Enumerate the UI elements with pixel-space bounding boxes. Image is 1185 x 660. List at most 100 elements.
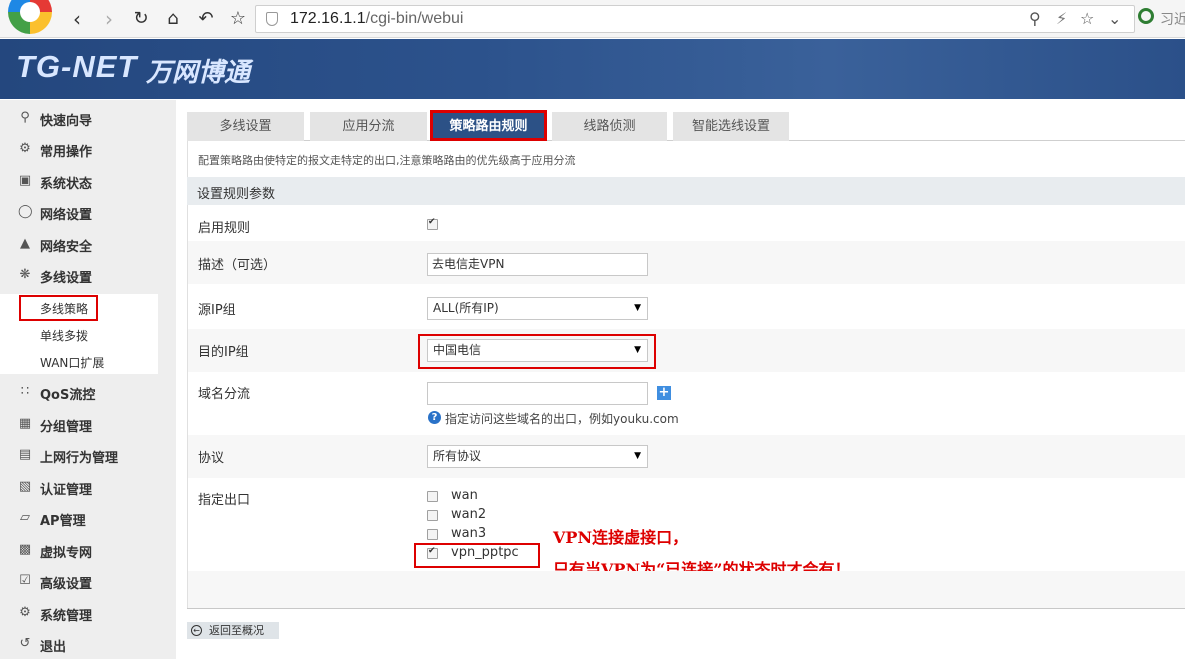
tab-smart-select[interactable]: 智能选线设置 [673,112,789,141]
sidebar-item-label: 退出 [40,640,67,655]
sidebar-item-label: 分组管理 [40,420,93,435]
reload-icon[interactable]: ↻ [128,6,154,32]
sidebar-item-auth-mgmt[interactable]: ▧ 认证管理 [0,473,176,503]
search-engine-icon[interactable] [1138,8,1154,24]
document-icon: ▤ [18,447,32,462]
domain-help-text: 指定访问这些域名的出口，例如youku.com [445,412,679,426]
description-label: 描述（可选） [198,258,277,273]
url-host: 172.16.1.1 [290,10,366,27]
globe-icon: ◯ [18,204,33,219]
security-shield-icon [266,12,278,26]
sidebar-item-label: 认证管理 [40,483,93,498]
tab-app-split[interactable]: 应用分流 [310,112,427,141]
exit-checkbox-wan3[interactable] [427,529,438,540]
header-banner: TG-NET 万网博通 [0,39,1185,99]
protocol-value: 所有协议 [433,449,482,463]
annotation-highlight-box [430,110,547,141]
dest-ip-label: 目的IP组 [198,345,249,360]
row-enable-rule: 启用规则 [187,205,1185,241]
wand-icon: ⚲ [20,110,30,125]
sidebar-item-system-status[interactable]: ▣ 系统状态 [0,167,176,197]
submenu-item-wan-extend[interactable]: WAN口扩展 [40,354,104,371]
help-icon: ? [428,411,441,424]
tab-line-detect[interactable]: 线路侦测 [552,112,667,141]
brand-logo-cn: 万网博通 [146,58,251,88]
row-spacer [187,571,1185,608]
sidebar-item-system-mgmt[interactable]: ⚙ 系统管理 [0,599,176,629]
sidebar-item-vpn[interactable]: ▩ 虚拟专网 [0,536,176,566]
network-icon: ❋ [19,267,31,282]
sidebar-item-wizard[interactable]: ⚲ 快速向导 [0,104,176,134]
row-description: 描述（可选） [187,241,1185,284]
tab-bar: 多线设置 应用分流 策略路由规则 线路侦测 智能选线设置 [187,108,1185,141]
sidebar-item-multiline[interactable]: ❋ 多线设置 [0,261,176,291]
submenu-item-single-multidial[interactable]: 单线多拨 [40,327,88,344]
back-arrow-icon: ← [191,625,202,636]
dropdown-chevron-icon[interactable]: ⌄ [1108,9,1121,28]
exit-label-wan2: wan2 [451,507,487,522]
enable-rule-label: 启用规则 [198,221,251,236]
brand-logo-en: TG-NET [16,49,138,84]
description-input[interactable]: 去电信走VPN [427,253,648,276]
exit-label-wan: wan [451,488,478,503]
source-ip-value: ALL(所有IP) [433,301,499,315]
sidebar: ⚲ 快速向导 ⚙ 常用操作 ▣ 系统状态 ◯ 网络设置 ▲ 网络安全 ❋ 多线设置 多线策略… [0,100,176,659]
url-text: 172.16.1.1/cgi-bin/webui [290,10,463,28]
exit-label-wan3: wan3 [451,526,487,541]
protocol-select[interactable]: 所有协议 ▼ [427,445,648,468]
dropdown-arrow-icon: ▼ [634,451,641,461]
flow-icon: ∷ [20,384,30,399]
undo-icon[interactable]: ↶ [193,6,219,32]
add-domain-icon[interactable]: + [657,386,671,400]
home-icon[interactable]: ⌂ [160,6,186,32]
exit-checkbox-wan[interactable] [427,491,438,502]
bolt-icon[interactable]: ⚡ [1056,9,1067,28]
page-description: 配置策略路由使特定的报文走特定的出口,注意策略路由的优先级高于应用分流 [187,141,1185,177]
folder-icon: ▱ [20,510,30,525]
browser-toolbar: ‹ › ↻ ⌂ ↶ ☆ 172.16.1.1/cgi-bin/webui ⚲ ⚡… [0,0,1185,38]
bookmark-star-icon[interactable]: ☆ [1080,9,1094,28]
source-ip-select[interactable]: ALL(所有IP) ▼ [427,297,648,320]
lock-icon: ▩ [18,542,32,557]
section-title: 设置规则参数 [197,187,276,202]
zoom-icon[interactable]: ⚲ [1029,9,1041,28]
id-card-icon: ▧ [18,479,32,494]
protocol-label: 协议 [198,451,225,466]
group-icon: ▦ [18,416,32,431]
back-to-overview-button[interactable]: ← 返回至概况 [187,622,279,639]
sidebar-item-common-ops[interactable]: ⚙ 常用操作 [0,135,176,165]
dropdown-arrow-icon: ▼ [634,303,641,313]
sidebar-item-behavior-mgmt[interactable]: ▤ 上网行为管理 [0,441,176,471]
monitor-icon: ▣ [18,173,32,188]
browser-logo-icon [8,0,52,34]
back-icon[interactable]: ‹ [64,6,90,32]
sidebar-item-label: 上网行为管理 [40,451,119,466]
section-header: 设置规则参数 [187,177,1185,205]
annotation-highlight-box [418,334,656,369]
sidebar-item-label: 系统管理 [40,609,93,624]
enable-rule-checkbox[interactable] [427,217,438,230]
exit-label: 指定出口 [198,493,251,508]
tab-multiline-settings[interactable]: 多线设置 [187,112,304,141]
row-domain-split: 域名分流 [187,372,1185,435]
sidebar-item-logout[interactable]: ↺ 退出 [0,630,176,660]
forward-icon[interactable]: › [96,6,122,32]
address-bar[interactable]: 172.16.1.1/cgi-bin/webui ⚲ ⚡ ☆ ⌄ [255,5,1135,33]
sidebar-item-advanced[interactable]: ☑ 高级设置 [0,567,176,597]
domain-input[interactable] [427,382,648,405]
sidebar-item-group-mgmt[interactable]: ▦ 分组管理 [0,410,176,440]
sidebar-item-network-security[interactable]: ▲ 网络安全 [0,230,176,260]
favorite-star-icon[interactable]: ☆ [225,6,251,32]
logout-icon: ↺ [19,636,31,651]
search-box-text[interactable]: 习近 [1160,9,1185,29]
sidebar-item-ap-mgmt[interactable]: ▱ AP管理 [0,504,176,534]
annotation-highlight-box [414,543,540,568]
exit-checkbox-wan2[interactable] [427,510,438,521]
sidebar-item-label: QoS流控 [40,388,96,403]
row-protocol: 协议 [187,435,1185,478]
sidebar-item-network-settings[interactable]: ◯ 网络设置 [0,198,176,228]
divider [187,608,1185,609]
sidebar-item-label: AP管理 [40,514,86,529]
sidebar-item-label: 常用操作 [40,145,93,160]
sidebar-item-qos[interactable]: ∷ QoS流控 [0,378,176,408]
